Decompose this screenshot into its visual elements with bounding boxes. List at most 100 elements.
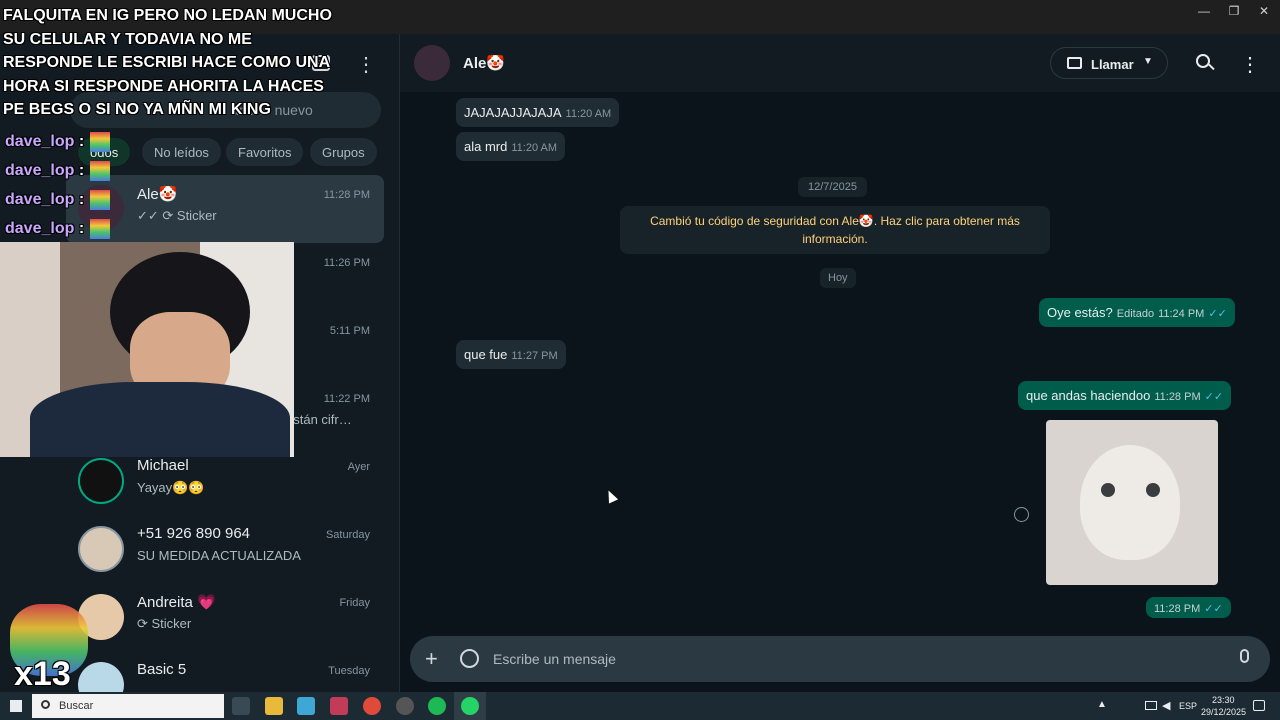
file-explorer-icon[interactable] — [265, 697, 283, 715]
message-text: JAJAJAJJAJAJA — [464, 105, 562, 120]
chat-row-basic5[interactable]: Basic 5 Tuesday — [66, 651, 384, 692]
message-text: Oye estás? — [1047, 305, 1113, 320]
attach-icon[interactable]: + — [425, 646, 438, 672]
language-indicator[interactable]: ESP — [1179, 701, 1197, 711]
overlay-line: HORA SI RESPONDE AHORITA LA HACES — [3, 77, 324, 95]
message-time: 11:24 PM — [1158, 308, 1205, 320]
sticker-meta: 11:28 PM ✓✓ — [1146, 597, 1231, 618]
cat-eye-right — [1146, 483, 1160, 497]
message-input[interactable]: Escribe un mensaje — [493, 651, 616, 667]
message-text: que andas haciendoo — [1026, 388, 1151, 403]
message-out[interactable]: Oye estás? Editado 11:24 PM ✓✓ — [1039, 298, 1235, 327]
rainbow-emote-icon — [90, 160, 111, 181]
read-receipt-icon: ✓✓ — [1204, 603, 1223, 615]
chat-name: +51 926 890 964 — [137, 525, 251, 542]
rainbow-emote-icon — [90, 189, 111, 210]
counter-text: x13 — [14, 655, 71, 693]
chat-preview: SU MEDIDA ACTUALIZADA — [137, 548, 301, 563]
chat-name: Ale🤡 — [137, 186, 178, 203]
chat-preview: Yayay😳😳 — [137, 480, 205, 495]
chat-row-phone[interactable]: +51 926 890 964 SU MEDIDA ACTUALIZADA Sa… — [66, 515, 384, 583]
video-icon — [1067, 57, 1082, 69]
message-time: 11:28 PM — [1154, 391, 1201, 403]
chat-time: 11:28 PM — [323, 189, 370, 201]
rainbow-emote-icon — [90, 218, 111, 239]
search-icon — [41, 700, 50, 709]
chat-name: Michael — [137, 457, 189, 474]
tray-chevron-icon[interactable]: ▲ — [1097, 699, 1107, 710]
conversation-pane: Ale🤡 Llamar ▼ ⋮ JAJAJAJJAJAJA 11:20 AM al… — [400, 34, 1280, 692]
avatar — [78, 458, 124, 504]
chat-time: Friday — [339, 597, 370, 609]
notifications-icon[interactable] — [1253, 700, 1265, 711]
taskbar-search[interactable]: Buscar — [32, 694, 224, 718]
contact-name[interactable]: Ale🤡 — [463, 54, 505, 72]
chat-line: dave_lop : — [5, 185, 115, 214]
message-text: que fue — [464, 347, 508, 362]
search-icon[interactable] — [1196, 54, 1210, 68]
taskbar: Buscar ▲ ◀ ESP 23:30 29/12/2025 — [0, 692, 1280, 720]
stream-message-overlay: FALQUITA EN IG PERO NO LEDAN MUCHO SU CE… — [3, 4, 332, 122]
chrome-icon[interactable] — [363, 697, 381, 715]
overlay-line: PE BEGS O SI NO YA MÑN MI KING — [3, 101, 271, 118]
chat-row-michael[interactable]: Michael Yayay😳😳 Ayer — [66, 447, 384, 515]
conversation-menu-icon[interactable]: ⋮ — [1240, 52, 1260, 77]
message-out[interactable]: que andas haciendoo 11:28 PM ✓✓ — [1018, 381, 1232, 410]
chat-time: 11:22 PM — [323, 393, 370, 405]
clock-date[interactable]: 29/12/2025 — [1201, 707, 1246, 717]
chat-name: Andreita 💗 — [137, 594, 216, 611]
chat-time: Ayer — [347, 461, 370, 473]
edited-label: Editado — [1116, 308, 1155, 320]
chat-line: dave_lop : — [5, 156, 115, 185]
read-receipt-icon: ✓✓ — [1204, 391, 1224, 403]
chat-row-andreita[interactable]: Andreita 💗 ⟳ Sticker Friday — [66, 583, 384, 651]
date-divider: 12/7/2025 — [798, 177, 867, 197]
whatsapp-taskbar-button[interactable] — [454, 692, 486, 720]
app-icon[interactable] — [297, 697, 315, 715]
close-button[interactable]: ✕ — [1244, 4, 1280, 18]
chat-preview: ✓✓ ⟳ Sticker — [137, 208, 217, 223]
cat-eye-left — [1101, 483, 1115, 497]
call-button[interactable]: Llamar ▼ — [1050, 47, 1168, 79]
contact-avatar[interactable] — [414, 45, 450, 81]
message-time: 11:27 PM — [511, 350, 558, 362]
chat-preview: están cifr… — [286, 412, 352, 427]
app-icon[interactable] — [330, 697, 348, 715]
filter-no-leidos[interactable]: No leídos — [142, 138, 221, 166]
chat-line: dave_lop : — [5, 127, 115, 156]
chevron-down-icon: ▼ — [1143, 56, 1153, 67]
message-in[interactable]: que fue 11:27 PM — [456, 340, 566, 369]
search-icon-handle — [1208, 63, 1215, 71]
sticker-image[interactable] — [1046, 420, 1218, 585]
sticker-icon[interactable] — [460, 649, 479, 668]
overlay-line: SU CELULAR Y TODAVIA NO ME — [3, 30, 252, 48]
emoji-react-icon[interactable] — [1014, 507, 1029, 522]
whatsapp-icon — [461, 697, 479, 715]
chat-time: 5:11 PM — [329, 325, 370, 337]
read-receipt-icon: ✓✓ — [1208, 308, 1227, 320]
task-view-icon[interactable] — [232, 697, 250, 715]
menu-icon[interactable]: ⋮ — [356, 52, 376, 77]
security-notice[interactable]: Cambió tu código de seguridad con Ale🤡. … — [620, 206, 1050, 254]
message-time: 11:20 AM — [511, 142, 558, 154]
message-in[interactable]: JAJAJAJJAJAJA 11:20 AM — [456, 98, 620, 127]
webcam-overlay — [0, 242, 294, 457]
message-in[interactable]: ala mrd 11:20 AM — [456, 132, 566, 161]
clock-time[interactable]: 23:30 — [1212, 695, 1235, 705]
spotify-icon[interactable] — [428, 697, 446, 715]
filter-favoritos[interactable]: Favoritos — [226, 138, 304, 166]
avatar — [78, 526, 124, 572]
conversation-header: Ale🤡 Llamar ▼ ⋮ — [400, 34, 1280, 92]
rainbow-emote-icon — [90, 131, 111, 152]
today-divider: Hoy — [820, 268, 856, 288]
chat-time: Tuesday — [328, 665, 370, 677]
microphone-icon[interactable] — [1240, 649, 1249, 663]
volume-icon[interactable]: ◀ — [1162, 699, 1170, 712]
chat-time: Saturday — [325, 529, 370, 541]
network-icon[interactable] — [1145, 701, 1157, 710]
filter-grupos[interactable]: Grupos — [310, 138, 377, 166]
windows-icon[interactable] — [10, 700, 22, 712]
call-label: Llamar — [1091, 57, 1134, 72]
taskbar-search-label: Buscar — [59, 700, 94, 712]
app-icon[interactable] — [396, 697, 414, 715]
